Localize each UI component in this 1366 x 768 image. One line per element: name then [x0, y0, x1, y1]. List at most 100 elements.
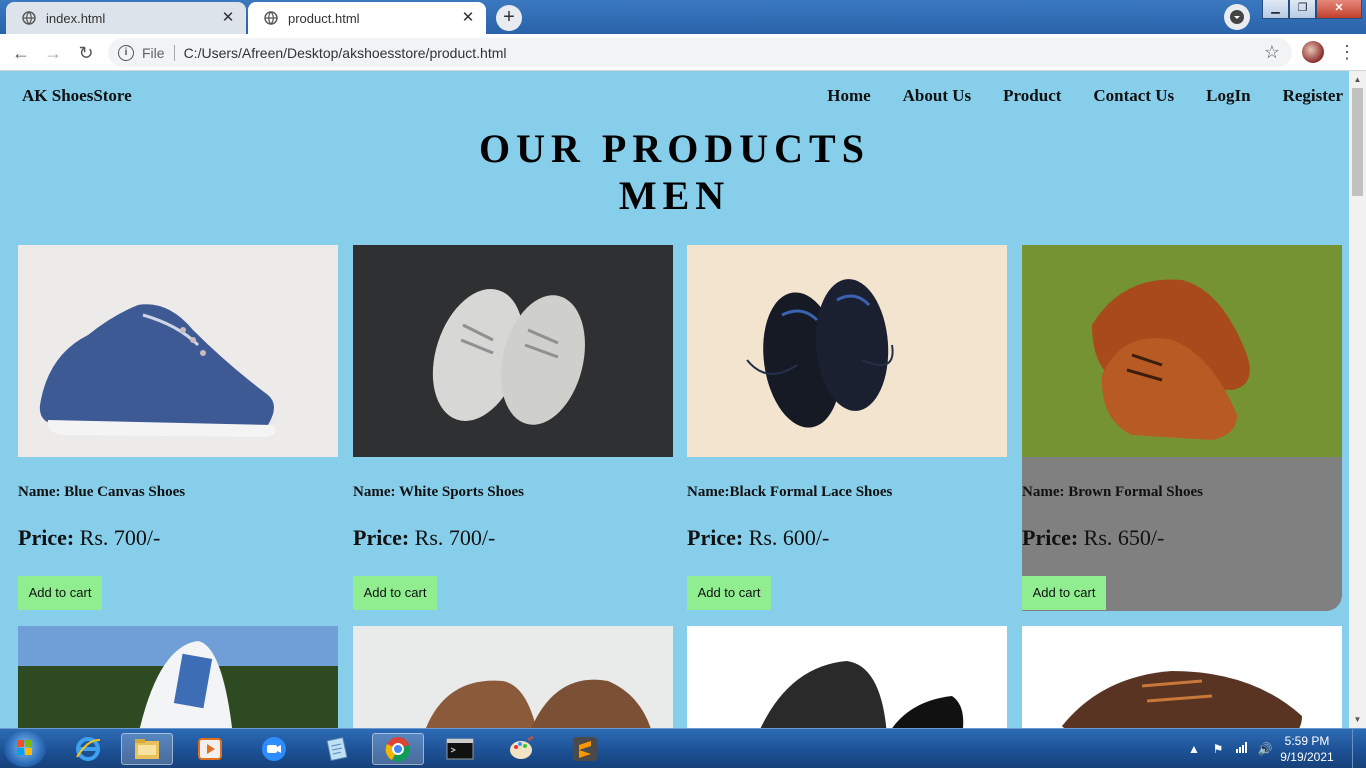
product-card: Name:Black Formal Lace Shoes Price: Rs. …: [687, 245, 1007, 611]
product-image: [18, 626, 338, 728]
show-desktop-button[interactable]: [1352, 729, 1366, 768]
product-name: Name: White Sports Shoes: [353, 484, 524, 500]
scroll-thumb[interactable]: [1352, 88, 1363, 196]
new-tab-button[interactable]: +: [496, 5, 522, 31]
menu-kebab-icon[interactable]: ⋮: [1338, 40, 1356, 64]
nav-about-us[interactable]: About Us: [903, 86, 972, 106]
tab-label: index.html: [46, 10, 106, 26]
file-explorer-icon[interactable]: [121, 733, 173, 765]
product-name: Name: Brown Formal Shoes: [1022, 484, 1203, 500]
page-subtitle: MEN: [618, 173, 731, 218]
price-label: Price:: [353, 525, 410, 550]
scroll-down-icon[interactable]: ▼: [1349, 711, 1366, 728]
address-scheme: File: [142, 44, 165, 61]
media-player-icon[interactable]: [184, 733, 236, 765]
nav-product[interactable]: Product: [1003, 86, 1061, 106]
product-image: [687, 626, 1007, 728]
product-card: Name: Blue Canvas Shoes Price: Rs. 700/-…: [18, 245, 338, 611]
white-sneaker-outdoor-icon: [18, 626, 338, 728]
network-signal-icon[interactable]: [1234, 741, 1250, 757]
clock-time: 5:59 PM: [1284, 734, 1330, 748]
tab-index[interactable]: index.html ✕: [6, 2, 246, 34]
brown-derby-shoe-icon: [353, 626, 673, 728]
nav-login[interactable]: LogIn: [1206, 86, 1250, 106]
product-image: [687, 245, 1007, 457]
internet-explorer-icon[interactable]: [62, 733, 114, 765]
nav-register[interactable]: Register: [1283, 86, 1343, 106]
minimize-button[interactable]: ▁: [1262, 0, 1289, 19]
nav-home[interactable]: Home: [827, 86, 870, 106]
address-bar[interactable]: i File C:/Users/Afreen/Desktop/akshoesst…: [108, 38, 1292, 67]
price-value: Rs. 700/-: [414, 525, 496, 550]
price-value: Rs. 700/-: [79, 525, 161, 550]
chrome-icon[interactable]: [372, 733, 424, 765]
price-value: Rs. 600/-: [748, 525, 830, 550]
site-navbar: AK ShoesStore Home About Us Product Cont…: [0, 71, 1349, 119]
black-formal-shoe-icon: [687, 245, 1007, 457]
clock-date: 9/19/2021: [1280, 750, 1334, 764]
product-name: Name:Black Formal Lace Shoes: [687, 484, 893, 500]
sublime-text-icon[interactable]: [559, 733, 611, 765]
blue-canvas-shoe-icon: [18, 245, 338, 457]
tab-search-button[interactable]: [1224, 4, 1250, 30]
page-scrollbar[interactable]: ▲ ▼: [1349, 71, 1366, 728]
tab-product[interactable]: product.html ✕: [248, 2, 486, 34]
nav-contact-us[interactable]: Contact Us: [1093, 86, 1174, 106]
price-label: Price:: [18, 525, 75, 550]
close-icon[interactable]: ✕: [220, 10, 236, 26]
close-window-button[interactable]: ✕: [1316, 0, 1362, 19]
notepad-icon[interactable]: [311, 733, 363, 765]
white-sports-shoe-icon: [353, 245, 673, 457]
address-url[interactable]: C:/Users/Afreen/Desktop/akshoesstore/pro…: [184, 45, 1264, 61]
product-card: Name: Brown Formal Shoes Price: Rs. 650/…: [1022, 245, 1342, 611]
volume-icon[interactable]: 🔊: [1257, 741, 1273, 757]
page-title: OUR PRODUCTS: [479, 126, 870, 171]
start-button[interactable]: [4, 731, 46, 767]
window-controls: ▁ ❐ ✕: [1262, 0, 1362, 20]
taskbar: ▲ ⚑ 🔊 5:59 PM 9/19/2021: [0, 728, 1366, 768]
product-image: [353, 626, 673, 728]
product-price: Price: Rs. 600/-: [687, 525, 829, 551]
product-image: [18, 245, 338, 457]
add-to-cart-button[interactable]: Add to cart: [353, 576, 437, 610]
taskbar-clock[interactable]: 5:59 PM 9/19/2021: [1272, 733, 1342, 765]
windows-logo-icon: [17, 740, 32, 755]
command-prompt-icon[interactable]: [434, 733, 486, 765]
tab-label: product.html: [288, 10, 360, 26]
add-to-cart-button[interactable]: Add to cart: [1022, 576, 1106, 610]
price-label: Price:: [1022, 525, 1079, 550]
product-image: [353, 245, 673, 457]
page-viewport: AK ShoesStore Home About Us Product Cont…: [0, 71, 1349, 728]
action-center-flag-icon[interactable]: ⚑: [1210, 741, 1226, 757]
site-menu: Home About Us Product Contact Us LogIn R…: [795, 86, 1343, 106]
info-icon[interactable]: i: [118, 44, 134, 61]
add-to-cart-button[interactable]: Add to cart: [18, 576, 102, 610]
site-brand[interactable]: AK ShoesStore: [22, 86, 132, 106]
address-divider: [173, 44, 175, 61]
product-card: Name: White Sports Shoes Price: Rs. 700/…: [353, 245, 673, 611]
paint-icon[interactable]: [496, 733, 548, 765]
product-price: Price: Rs. 700/-: [353, 525, 495, 551]
product-image: [1022, 626, 1342, 728]
brown-loafer-icon: [1022, 626, 1342, 728]
browser-tabstrip: index.html ✕ product.html ✕ + ▁ ❐ ✕: [0, 0, 1366, 34]
brown-formal-shoe-icon: [1022, 245, 1342, 457]
profile-avatar[interactable]: [1302, 41, 1324, 63]
add-to-cart-button[interactable]: Add to cart: [687, 576, 771, 610]
scroll-up-icon[interactable]: ▲: [1349, 71, 1366, 88]
globe-icon: [22, 11, 36, 25]
product-image: [1022, 245, 1342, 457]
show-hidden-icons-icon[interactable]: ▲: [1186, 741, 1202, 757]
bookmark-star-icon[interactable]: ☆: [1264, 42, 1280, 63]
forward-arrow-icon[interactable]: →: [41, 41, 65, 65]
zoom-icon[interactable]: [248, 733, 300, 765]
price-value: Rs. 650/-: [1083, 525, 1165, 550]
maximize-button[interactable]: ❐: [1289, 0, 1316, 19]
price-label: Price:: [687, 525, 744, 550]
globe-icon: [264, 11, 278, 25]
product-name: Name: Blue Canvas Shoes: [18, 484, 186, 500]
back-arrow-icon[interactable]: ←: [9, 41, 33, 65]
browser-toolbar: ← → ↻ i File C:/Users/Afreen/Desktop/aks…: [0, 34, 1366, 71]
reload-icon[interactable]: ↻: [74, 41, 98, 65]
close-icon[interactable]: ✕: [460, 10, 476, 26]
